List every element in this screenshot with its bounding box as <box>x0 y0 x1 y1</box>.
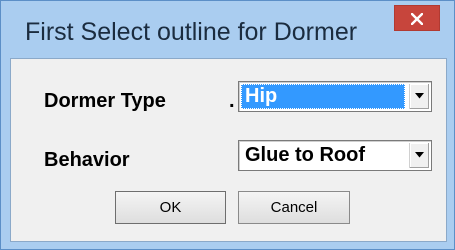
window-title: First Select outline for Dormer <box>25 18 358 46</box>
close-icon <box>411 13 423 25</box>
behavior-label: Behavior <box>44 149 130 171</box>
dormer-type-label: Dormer Type <box>44 90 166 112</box>
dormer-type-dropdown-button[interactable] <box>409 84 429 109</box>
dialog-body: Dormer Type . Hip Behavior Glue to Roof … <box>10 58 447 242</box>
cancel-button[interactable]: Cancel <box>238 191 350 224</box>
dormer-type-dot: . <box>229 90 235 112</box>
behavior-dropdown-button[interactable] <box>409 143 429 168</box>
dialog-window: First Select outline for Dormer Dormer T… <box>0 0 455 250</box>
title-bar[interactable]: First Select outline for Dormer <box>1 1 454 57</box>
dormer-type-dropdown[interactable]: Hip <box>238 81 432 112</box>
chevron-down-icon <box>415 93 424 99</box>
dormer-type-selected-value: Hip <box>241 84 405 109</box>
close-button[interactable] <box>394 5 440 31</box>
chevron-down-icon <box>415 152 424 158</box>
ok-button[interactable]: OK <box>115 191 226 224</box>
behavior-selected-value: Glue to Roof <box>245 144 365 166</box>
behavior-dropdown[interactable]: Glue to Roof <box>238 140 432 171</box>
